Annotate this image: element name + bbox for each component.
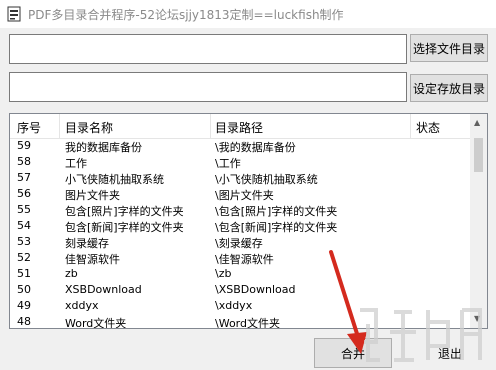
table-row[interactable]: 52 佳智源软件 \佳智源软件 xyxy=(10,250,470,266)
directory-list[interactable]: 序号 目录名称 目录路径 状态 59 我的数据库备份 \我的数据库备份 58 工作 \工作… xyxy=(9,113,488,329)
header-status[interactable]: 状态 xyxy=(416,119,440,136)
watermark-logo xyxy=(360,308,482,362)
row-index: 55 xyxy=(17,203,31,216)
row-path: \zb xyxy=(215,267,232,280)
row-name: 包含[照片]字样的文件夹 xyxy=(65,205,184,218)
table-row[interactable]: 54 包含[新闻]字样的文件夹 \包含[新闻]字样的文件夹 xyxy=(10,218,470,234)
row-index: 57 xyxy=(17,171,31,184)
row-path: \我的数据库备份 xyxy=(215,141,296,154)
app-icon xyxy=(7,6,21,22)
row-index: 49 xyxy=(17,299,31,312)
list-rows: 59 我的数据库备份 \我的数据库备份 58 工作 \工作 57 小飞侠随机抽取系统 \小飞侠随… xyxy=(10,138,470,329)
choose-dir-button[interactable]: 选择文件目录 xyxy=(410,34,488,62)
row-name: 小飞侠随机抽取系统 xyxy=(65,173,164,186)
title-bar: PDF多目录合并程序-52论坛sjjy1813定制==luckfish制作 xyxy=(0,0,496,28)
scroll-thumb[interactable] xyxy=(474,138,483,172)
table-row[interactable]: 55 包含[照片]字样的文件夹 \包含[照片]字样的文件夹 xyxy=(10,202,470,218)
vertical-scrollbar[interactable]: ▲ ▼ xyxy=(470,114,487,328)
table-row[interactable]: 58 工作 \工作 xyxy=(10,154,470,170)
table-row[interactable]: 53 刻录缓存 \刻录缓存 xyxy=(10,234,470,250)
row-name: XSBDownload xyxy=(65,283,142,296)
row-index: 48 xyxy=(17,315,31,328)
row-name: 图片文件夹 xyxy=(65,189,120,202)
table-row[interactable]: 57 小飞侠随机抽取系统 \小飞侠随机抽取系统 xyxy=(10,170,470,186)
row-index: 56 xyxy=(17,187,31,200)
header-index[interactable]: 序号 xyxy=(17,119,41,136)
row-name: 佳智源软件 xyxy=(65,253,120,266)
row-index: 54 xyxy=(17,219,31,232)
table-row[interactable]: 56 图片文件夹 \图片文件夹 xyxy=(10,186,470,202)
row-path: \包含[新闻]字样的文件夹 xyxy=(215,221,338,234)
scroll-up-icon[interactable]: ▲ xyxy=(474,118,480,127)
row-name: 包含[新闻]字样的文件夹 xyxy=(65,221,184,234)
row-name: 刻录缓存 xyxy=(65,237,109,250)
window-title: PDF多目录合并程序-52论坛sjjy1813定制==luckfish制作 xyxy=(28,8,344,22)
set-save-dir-button[interactable]: 设定存放目录 xyxy=(410,74,488,102)
row-path: \刻录缓存 xyxy=(215,237,263,250)
row-index: 53 xyxy=(17,235,31,248)
row-path: \包含[照片]字样的文件夹 xyxy=(215,205,338,218)
row-index: 50 xyxy=(17,283,31,296)
row-path: \XSBDownload xyxy=(215,283,296,296)
row-index: 51 xyxy=(17,267,31,280)
row-path: \xddyx xyxy=(215,299,253,312)
source-dir-field[interactable] xyxy=(9,34,407,64)
table-row[interactable]: 51 zb \zb xyxy=(10,266,470,282)
row-name: zb xyxy=(65,267,78,280)
row-path: \工作 xyxy=(215,157,241,170)
row-name: 我的数据库备份 xyxy=(65,141,142,154)
header-path[interactable]: 目录路径 xyxy=(215,119,263,136)
table-row[interactable]: 50 XSBDownload \XSBDownload xyxy=(10,282,470,298)
row-name: xddyx xyxy=(65,299,99,312)
row-path: \图片文件夹 xyxy=(215,189,274,202)
row-path: \Word文件夹 xyxy=(215,317,280,329)
list-header: 序号 目录名称 目录路径 状态 xyxy=(10,114,470,139)
table-row[interactable]: 59 我的数据库备份 \我的数据库备份 xyxy=(10,138,470,154)
row-name: 工作 xyxy=(65,157,87,170)
row-index: 52 xyxy=(17,251,31,264)
row-path: \小飞侠随机抽取系统 xyxy=(215,173,318,186)
save-dir-field[interactable] xyxy=(9,72,407,102)
header-name[interactable]: 目录名称 xyxy=(65,119,113,136)
row-index: 59 xyxy=(17,139,31,152)
row-path: \佳智源软件 xyxy=(215,253,274,266)
row-name: Word文件夹 xyxy=(65,317,127,329)
row-index: 58 xyxy=(17,155,31,168)
